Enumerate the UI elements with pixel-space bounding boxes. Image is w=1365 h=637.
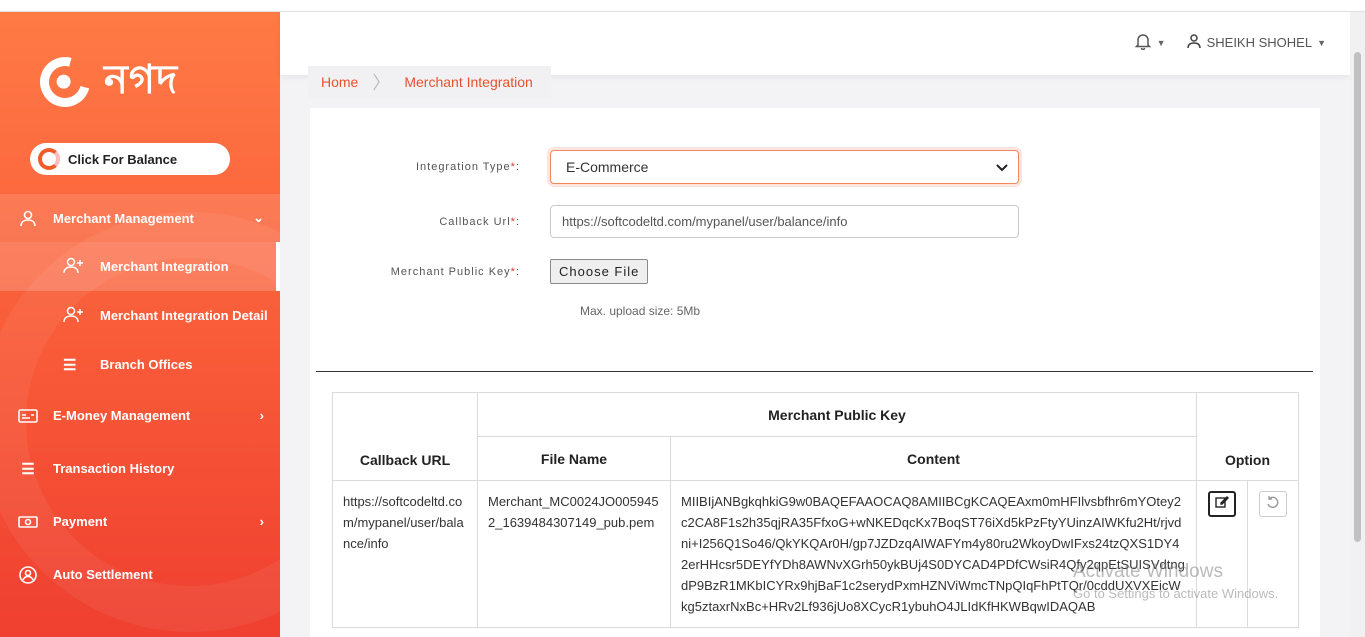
- sidebar-item-merchant-management[interactable]: Merchant Management ⌄: [0, 194, 280, 242]
- sidebar-subitem-merchant-integration-detail[interactable]: Merchant Integration Detail: [0, 291, 280, 340]
- logo[interactable]: নগদ: [30, 47, 179, 116]
- browser-top-strip: [0, 0, 1365, 12]
- sidebar-item-auto-settlement[interactable]: Auto Settlement: [0, 548, 280, 601]
- sidebar-item-label: Transaction History: [53, 461, 175, 476]
- nagad-logo-icon: [30, 47, 100, 116]
- chevron-down-icon: ⌄: [253, 210, 264, 225]
- header-callback-url: Callback URL: [332, 392, 478, 481]
- public-key-label: Merchant Public Key*:: [390, 265, 520, 278]
- header-file-name: File Name: [477, 436, 671, 481]
- merchant-integration-card: Integration Type*: E-Commerce Callback U…: [310, 108, 1320, 637]
- notifications-dropdown[interactable]: ▼: [1134, 32, 1166, 53]
- balance-button-label: Click For Balance: [68, 151, 178, 167]
- activate-windows-watermark: Activate Windows Go to Settings to activ…: [1073, 561, 1278, 601]
- header-content: Content: [670, 436, 1197, 481]
- undo-icon: [1266, 494, 1280, 515]
- integration-type-row: Integration Type*: E-Commerce: [310, 150, 1019, 184]
- breadcrumb: Home 〉 Merchant Integration: [308, 66, 551, 98]
- sidebar-subitem-label: Merchant Integration Detail: [100, 308, 268, 323]
- header-option: Option: [1196, 392, 1299, 481]
- page-scrollbar[interactable]: [1350, 12, 1365, 637]
- caret-down-icon: ▼: [1317, 37, 1326, 48]
- undo-button[interactable]: [1259, 491, 1287, 517]
- sidebar-subitem-branch-offices[interactable]: ☰ Branch Offices: [0, 340, 280, 389]
- user-name: SHEIKH SHOHEL: [1206, 35, 1313, 50]
- chevron-down-icon: [996, 159, 1008, 175]
- public-key-row: Merchant Public Key*: Choose File: [310, 259, 649, 284]
- bell-icon: [1134, 32, 1152, 53]
- sidebar: নগদ Click For Balance Merchant Managemen…: [0, 12, 280, 637]
- row-undo-cell: [1247, 480, 1299, 628]
- money-icon: [18, 512, 38, 532]
- sidebar-item-label: Auto Settlement: [53, 567, 153, 582]
- edit-icon: [1215, 494, 1229, 515]
- click-for-balance-button[interactable]: Click For Balance: [30, 143, 230, 175]
- balance-logo-icon: [38, 148, 60, 170]
- watermark-subtitle: Go to Settings to activate Windows.: [1073, 586, 1279, 601]
- integration-type-select[interactable]: E-Commerce: [550, 150, 1019, 184]
- callback-url-row: Callback Url*: https://softcodeltd.com/m…: [310, 205, 1019, 238]
- callback-url-label: Callback Url*:: [439, 215, 520, 228]
- sidebar-item-transaction-history[interactable]: ☰ Transaction History: [0, 442, 280, 495]
- row-file-name: Merchant_MC0024JO0059452_1639484307149_p…: [477, 480, 671, 628]
- sidebar-item-label: Payment: [53, 514, 108, 529]
- sidebar-item-label: Merchant Management: [53, 210, 194, 226]
- chevron-right-icon: ›: [259, 514, 264, 529]
- table-row: https://softcodeltd.com/mypanel/user/bal…: [332, 480, 1299, 628]
- list-icon: ☰: [63, 356, 77, 374]
- list-icon: ☰: [21, 460, 35, 478]
- sidebar-item-e-money-management[interactable]: E-Money Management ›: [0, 389, 280, 442]
- scrollbar-thumb[interactable]: [1354, 52, 1361, 542]
- row-callback-url: https://softcodeltd.com/mypanel/user/bal…: [332, 480, 478, 628]
- watermark-title: Activate Windows: [1073, 561, 1223, 582]
- sidebar-item-label: E-Money Management: [53, 408, 191, 423]
- sidebar-subitem-merchant-integration[interactable]: Merchant Integration: [0, 242, 280, 291]
- sidebar-subitem-label: Merchant Integration: [100, 259, 229, 274]
- user-icon: [18, 208, 38, 228]
- user-plus-icon: [63, 305, 85, 327]
- caret-down-icon: ▼: [1156, 37, 1166, 48]
- edit-button[interactable]: [1208, 491, 1236, 517]
- user-plus-icon: [63, 256, 85, 278]
- card-icon: [18, 406, 38, 426]
- sidebar-nav: Merchant Management ⌄ Merchant Integrati…: [0, 194, 280, 601]
- sidebar-item-payment[interactable]: Payment ›: [0, 495, 280, 548]
- user-menu[interactable]: SHEIKH SHOHEL ▼: [1186, 33, 1326, 52]
- upload-size-hint: Max. upload size: 5Mb: [580, 304, 701, 318]
- integration-type-label: Integration Type*:: [415, 161, 520, 173]
- user-icon: [1186, 33, 1202, 52]
- choose-file-button[interactable]: Choose File: [550, 259, 649, 284]
- breadcrumb-separator-icon: 〉: [372, 73, 391, 93]
- section-divider: [316, 371, 1313, 372]
- chevron-right-icon: ›: [259, 408, 264, 423]
- breadcrumb-current: Merchant Integration: [404, 74, 533, 90]
- sidebar-subitem-label: Branch Offices: [100, 357, 193, 372]
- header-actions: ▼ SHEIKH SHOHEL ▼: [1134, 32, 1326, 53]
- breadcrumb-home[interactable]: Home: [321, 74, 358, 90]
- row-edit-cell: [1196, 480, 1248, 628]
- header-merchant-public-key: Merchant Public Key: [477, 392, 1197, 437]
- callback-url-input[interactable]: https://softcodeltd.com/mypanel/user/bal…: [550, 205, 1019, 238]
- integration-type-value: E-Commerce: [566, 159, 649, 175]
- logo-text: নগদ: [104, 57, 179, 103]
- user-circle-icon: [18, 565, 38, 585]
- row-content: MIIBIjANBgkqhkiG9w0BAQEFAAOCAQ8AMIIBCgKC…: [670, 480, 1197, 628]
